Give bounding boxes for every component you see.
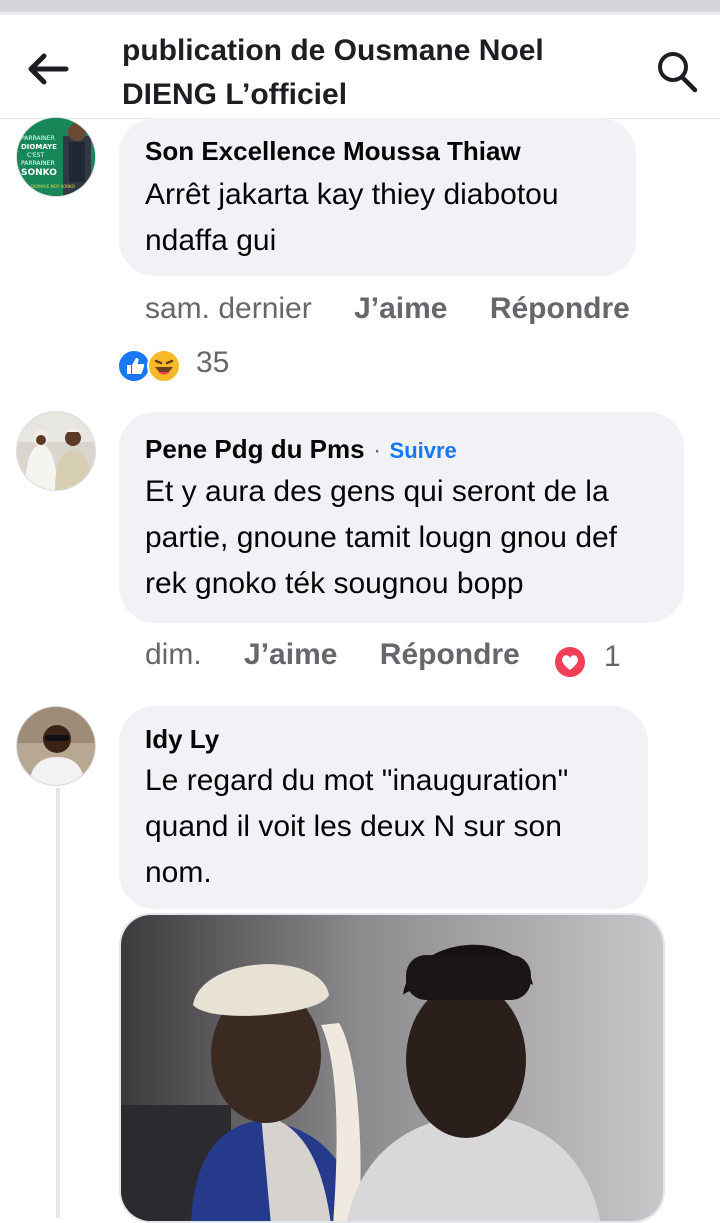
avatar-line4: PARRAINER [21, 160, 55, 167]
page-header: publication de Ousmane Noel DIENG L’offi… [0, 15, 720, 119]
avatar-line5: SONKO [21, 168, 57, 178]
reply-button[interactable]: Répondre [380, 638, 520, 671]
thread-line [56, 788, 60, 1218]
back-button[interactable] [22, 49, 74, 89]
avatar-line1: PARRAINER [21, 135, 55, 142]
reaction-count: 35 [196, 346, 230, 379]
avatar[interactable]: PARRAINER DIOMAYE C'EST PARRAINER SONKO … [16, 117, 96, 197]
reply-button[interactable]: Répondre [490, 292, 630, 325]
search-icon [658, 52, 698, 93]
follow-button[interactable]: Suivre [390, 438, 457, 463]
back-arrow-icon [28, 53, 69, 85]
comment-meta: dim. J’aime Répondre [145, 638, 520, 672]
comment-text: Et y aura des gens qui seront de la part… [145, 475, 618, 600]
comment-author[interactable]: Pene Pdg du Pms [145, 434, 365, 464]
like-button[interactable]: J’aime [244, 638, 337, 671]
comment-header: Pene Pdg du Pms · Suivre [145, 434, 658, 465]
comment-text: Le regard du mot "inauguration" quand il… [145, 764, 569, 889]
status-strip [0, 0, 720, 12]
comment-author[interactable]: Idy Ly [145, 724, 622, 754]
comment-bubble[interactable]: Pene Pdg du Pms · Suivre Et y aura des g… [119, 412, 684, 623]
reaction-count: 1 [604, 640, 621, 673]
search-button[interactable] [652, 47, 700, 95]
comment-text: Arrêt jakarta kay thiey diabotou ndaffa … [145, 178, 559, 257]
comment-author[interactable]: Son Excellence Moussa Thiaw [145, 136, 610, 166]
page-title: publication de Ousmane Noel DIENG L’offi… [122, 34, 544, 111]
haha-reaction-icon [147, 349, 181, 383]
comment-bubble[interactable]: Idy Ly Le regard du mot "inauguration" q… [119, 706, 648, 909]
comment-time[interactable]: dim. [145, 638, 202, 671]
comment-bubble[interactable]: Son Excellence Moussa Thiaw Arrêt jakart… [119, 118, 636, 276]
avatar[interactable] [16, 706, 96, 786]
avatar-line6: DIOMAYE MOY SONKO [31, 184, 75, 189]
love-reaction-icon [553, 645, 587, 679]
separator-dot: · [373, 437, 382, 464]
reactions-summary[interactable]: 35 [116, 346, 256, 386]
like-button[interactable]: J’aime [354, 292, 447, 325]
comment-meta: sam. dernier J’aime Répondre [145, 292, 630, 326]
avatar-line2: DIOMAYE [21, 143, 57, 151]
comment-photo[interactable] [119, 913, 665, 1223]
avatar[interactable] [16, 411, 96, 491]
reactions-summary[interactable]: 1 [552, 640, 632, 680]
comment-time[interactable]: sam. dernier [145, 292, 312, 325]
avatar-line3: C'EST [27, 152, 44, 159]
